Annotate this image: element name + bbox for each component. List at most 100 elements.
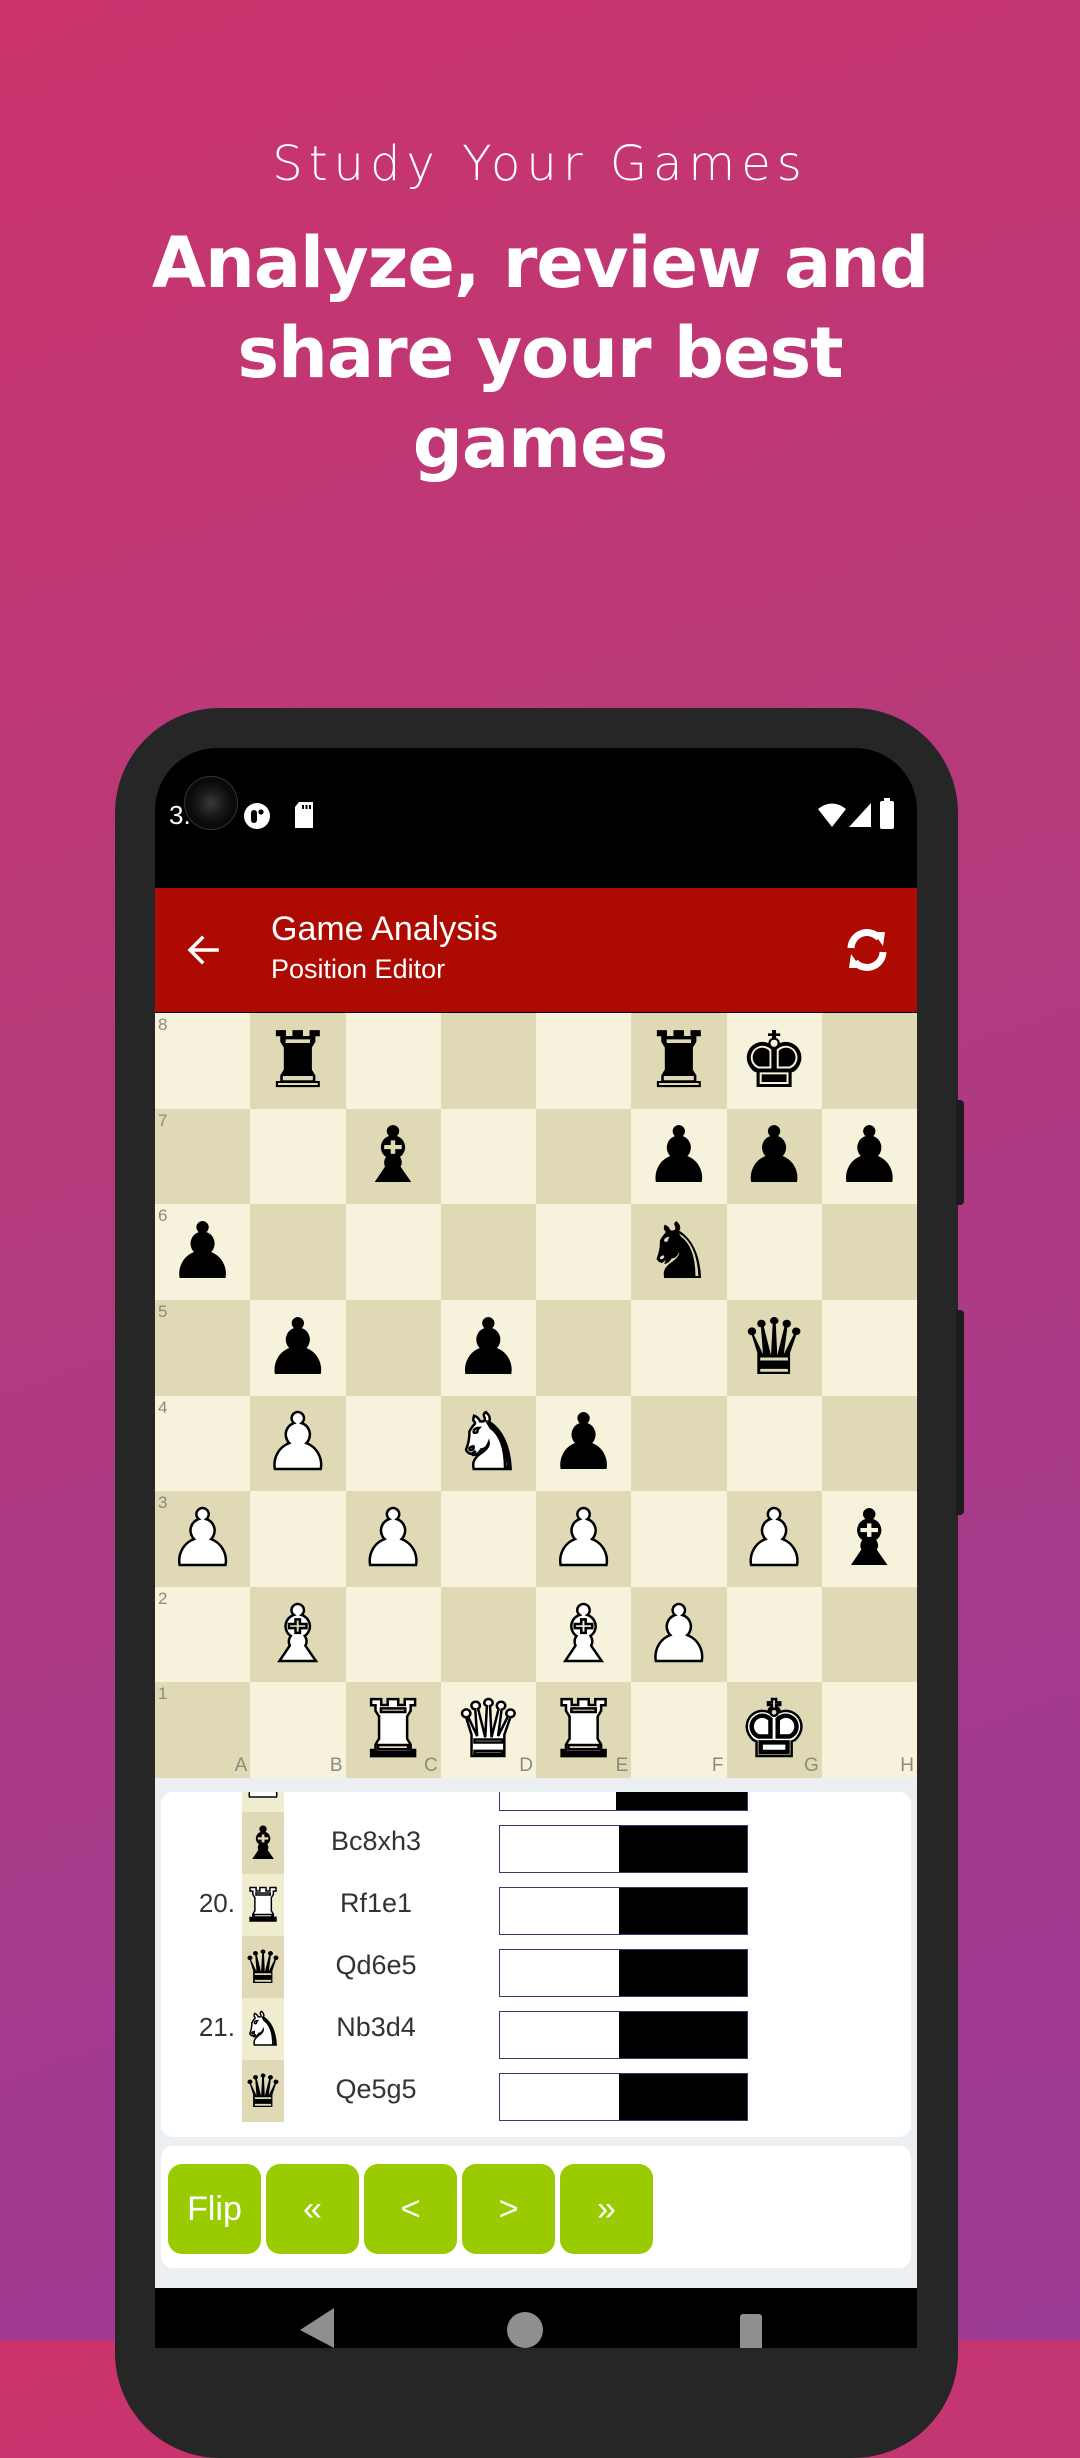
white-rook-icon[interactable]: ♜ <box>547 1690 619 1771</box>
refresh-button[interactable] <box>841 924 893 976</box>
move-row[interactable]: 20. ♜ Rf1e1 <box>161 1874 911 1936</box>
move-row[interactable]: 21. ♞ Nb3d4 <box>161 1998 911 2060</box>
move-row[interactable]: ♝ Bc8xh3 <box>161 1812 911 1874</box>
square-g6[interactable] <box>726 1204 822 1300</box>
black-pawn-icon[interactable]: ♟ <box>168 1213 238 1291</box>
white-king-icon[interactable]: ♚ <box>738 1690 810 1771</box>
square-e8[interactable] <box>536 1013 632 1109</box>
square-c6[interactable] <box>345 1204 441 1300</box>
black-king-icon[interactable]: ♚ <box>739 1022 809 1100</box>
square-b2[interactable]: ♝ <box>250 1586 346 1683</box>
square-g2[interactable] <box>726 1586 822 1683</box>
square-b3[interactable] <box>250 1491 346 1587</box>
move-row[interactable]: ♟ <box>161 1792 911 1812</box>
square-h6[interactable] <box>821 1204 917 1300</box>
square-d4[interactable]: ♞ <box>440 1395 536 1492</box>
square-e5[interactable] <box>536 1299 632 1396</box>
square-a3[interactable]: 3 ♟ <box>155 1491 251 1587</box>
flip-button[interactable]: Flip <box>168 2164 261 2254</box>
square-f1[interactable]: F <box>631 1682 727 1778</box>
square-d8[interactable] <box>440 1013 536 1109</box>
white-pawn-icon[interactable]: ♟ <box>643 1594 715 1675</box>
square-e6[interactable] <box>536 1204 632 1300</box>
black-knight-icon[interactable]: ♞ <box>644 1213 714 1291</box>
square-b1[interactable]: B <box>250 1682 346 1778</box>
square-a8[interactable]: 8 <box>155 1013 251 1109</box>
square-c3[interactable]: ♟ <box>345 1491 441 1587</box>
square-h3[interactable]: ♝ <box>821 1491 917 1587</box>
black-pawn-icon[interactable]: ♟ <box>549 1404 619 1482</box>
square-f8[interactable]: ♜ <box>631 1013 727 1109</box>
square-h8[interactable] <box>821 1013 917 1109</box>
black-bishop-icon[interactable]: ♝ <box>358 1117 428 1195</box>
square-e3[interactable]: ♟ <box>536 1491 632 1587</box>
white-bishop-icon[interactable]: ♝ <box>262 1594 334 1675</box>
square-a6[interactable]: 6 ♟ <box>155 1204 251 1300</box>
square-g7[interactable]: ♟ <box>726 1108 822 1205</box>
square-c1[interactable]: C ♜ <box>345 1682 441 1778</box>
square-h7[interactable]: ♟ <box>821 1108 917 1205</box>
square-a5[interactable]: 5 <box>155 1299 251 1396</box>
square-f6[interactable]: ♞ <box>631 1204 727 1300</box>
square-c5[interactable] <box>345 1299 441 1396</box>
back-button[interactable] <box>175 922 231 978</box>
square-b4[interactable]: ♟ <box>250 1395 346 1492</box>
white-rook-icon[interactable]: ♜ <box>357 1690 429 1771</box>
prev-button[interactable]: < <box>364 2164 457 2254</box>
black-queen-icon[interactable]: ♛ <box>739 1309 809 1387</box>
recents-square-icon[interactable] <box>740 2314 762 2348</box>
square-g3[interactable]: ♟ <box>726 1491 822 1587</box>
square-f2[interactable]: ♟ <box>631 1586 727 1683</box>
square-c2[interactable] <box>345 1586 441 1683</box>
square-h5[interactable] <box>821 1299 917 1396</box>
black-rook-icon[interactable]: ♜ <box>644 1022 714 1100</box>
next-button[interactable]: > <box>462 2164 555 2254</box>
square-g5[interactable]: ♛ <box>726 1299 822 1396</box>
black-bishop-icon[interactable]: ♝ <box>834 1500 904 1578</box>
square-g1[interactable]: G ♚ <box>726 1682 822 1778</box>
square-f5[interactable] <box>631 1299 727 1396</box>
square-e7[interactable] <box>536 1108 632 1205</box>
black-pawn-icon[interactable]: ♟ <box>263 1309 333 1387</box>
square-a1[interactable]: 1A <box>155 1682 251 1778</box>
move-list[interactable]: ♟ ♝ Bc8xh3 20.♜ Rf1e1 ♛ Qd6e5 21.♞ Nb3d4 ♛ Qe5g5 <box>161 1792 911 2137</box>
square-c4[interactable] <box>345 1395 441 1492</box>
square-g4[interactable] <box>726 1395 822 1492</box>
square-d6[interactable] <box>440 1204 536 1300</box>
square-b5[interactable]: ♟ <box>250 1299 346 1396</box>
square-c8[interactable] <box>345 1013 441 1109</box>
square-b6[interactable] <box>250 1204 346 1300</box>
square-h2[interactable] <box>821 1586 917 1683</box>
first-button[interactable]: « <box>266 2164 359 2254</box>
square-a2[interactable]: 2 <box>155 1586 251 1683</box>
square-f4[interactable] <box>631 1395 727 1492</box>
square-g8[interactable]: ♚ <box>726 1013 822 1109</box>
white-pawn-icon[interactable]: ♟ <box>262 1403 334 1484</box>
square-h1[interactable]: H <box>821 1682 917 1778</box>
square-h4[interactable] <box>821 1395 917 1492</box>
white-pawn-icon[interactable]: ♟ <box>547 1499 619 1580</box>
square-b7[interactable] <box>250 1108 346 1205</box>
square-d3[interactable] <box>440 1491 536 1587</box>
last-button[interactable]: » <box>560 2164 653 2254</box>
square-d7[interactable] <box>440 1108 536 1205</box>
back-triangle-icon[interactable] <box>300 2308 334 2348</box>
white-queen-icon[interactable]: ♛ <box>452 1690 524 1771</box>
white-bishop-icon[interactable]: ♝ <box>547 1594 619 1675</box>
square-d2[interactable] <box>440 1586 536 1683</box>
black-pawn-icon[interactable]: ♟ <box>739 1117 809 1195</box>
white-pawn-icon[interactable]: ♟ <box>738 1499 810 1580</box>
square-a7[interactable]: 7 <box>155 1108 251 1205</box>
white-pawn-icon[interactable]: ♟ <box>166 1499 238 1580</box>
move-row[interactable]: ♛ Qe5g5 <box>161 2060 911 2122</box>
square-f7[interactable]: ♟ <box>631 1108 727 1205</box>
square-c7[interactable]: ♝ <box>345 1108 441 1205</box>
square-e2[interactable]: ♝ <box>536 1586 632 1683</box>
move-row[interactable]: ♛ Qd6e5 <box>161 1936 911 1998</box>
home-circle-icon[interactable] <box>507 2312 543 2348</box>
white-knight-icon[interactable]: ♞ <box>452 1403 524 1484</box>
black-rook-icon[interactable]: ♜ <box>263 1022 333 1100</box>
square-f3[interactable] <box>631 1491 727 1587</box>
white-pawn-icon[interactable]: ♟ <box>357 1499 429 1580</box>
square-d5[interactable]: ♟ <box>440 1299 536 1396</box>
